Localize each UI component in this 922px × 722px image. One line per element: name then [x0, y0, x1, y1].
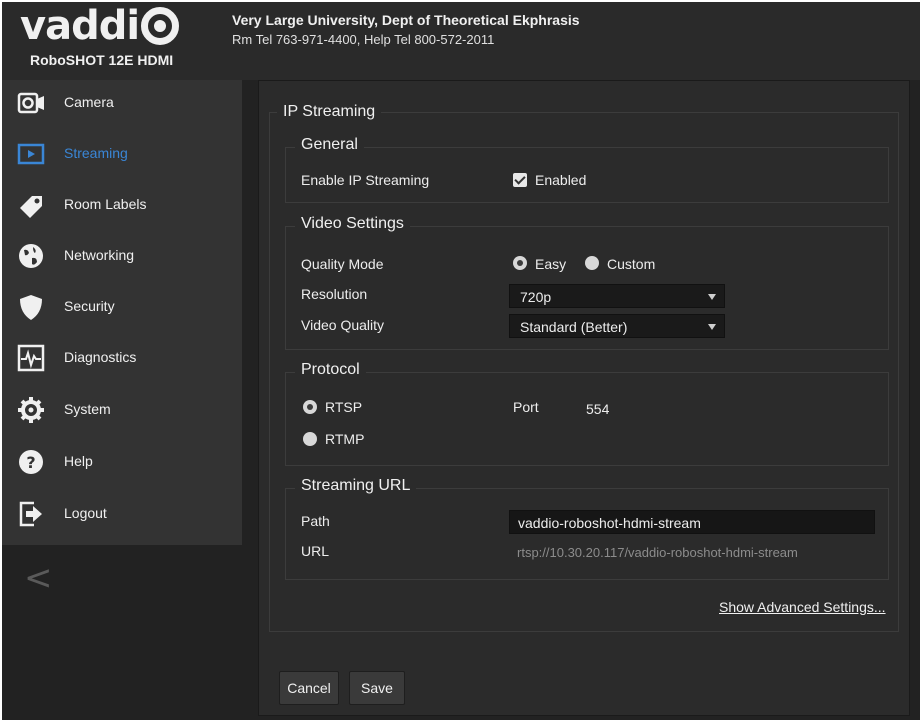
sidebar-item-streaming[interactable]: Streaming — [2, 133, 242, 177]
sidebar-item-label: Diagnostics — [64, 349, 137, 365]
quality-mode-custom-label: Custom — [607, 256, 656, 272]
general-title: General — [295, 136, 364, 154]
sidebar-item-label: Logout — [64, 505, 107, 521]
resolution-select[interactable]: 720p — [509, 284, 725, 308]
play-icon — [17, 143, 45, 165]
tag-icon — [20, 196, 42, 218]
sidebar-item-label: System — [64, 401, 111, 417]
sidebar-item-room-labels[interactable]: Room Labels — [2, 184, 242, 228]
save-button[interactable]: Save — [349, 671, 405, 705]
device-model: RoboSHOT 12E HDMI — [30, 52, 174, 68]
collapse-sidebar-icon[interactable]: < — [24, 558, 53, 598]
url-value: rtsp://10.30.20.117/vaddio-roboshot-hdmi… — [517, 545, 798, 560]
enable-ip-streaming-checkbox[interactable] — [513, 173, 527, 187]
organization-name: Very Large University, Dept of Theoretic… — [232, 12, 580, 28]
path-value: vaddio-roboshot-hdmi-stream — [518, 515, 701, 531]
video-settings-title: Video Settings — [295, 215, 410, 233]
phone-numbers: Rm Tel 763-971-4400, Help Tel 800-572-20… — [232, 32, 495, 47]
sidebar-item-system[interactable]: System — [2, 389, 242, 433]
sidebar-item-diagnostics[interactable]: Diagnostics — [2, 337, 242, 381]
streaming-url-title: Streaming URL — [295, 477, 417, 495]
protocol-rtsp-radio[interactable] — [303, 400, 317, 414]
vaddio-logo: vaddi — [20, 6, 225, 46]
sidebar-item-label: Camera — [64, 94, 114, 110]
sidebar-item-label: Room Labels — [64, 196, 147, 212]
header: vaddi RoboSHOT 12E HDMI Very Large Unive… — [2, 2, 920, 80]
path-field[interactable]: vaddio-roboshot-hdmi-stream — [509, 510, 875, 534]
chevron-down-icon — [708, 294, 716, 300]
sidebar-item-label: Security — [64, 298, 115, 314]
resolution-label: Resolution — [301, 286, 368, 302]
quality-mode-label: Quality Mode — [301, 256, 384, 272]
protocol-rtmp-label: RTMP — [325, 431, 365, 447]
gear-icon — [18, 397, 44, 423]
logout-icon — [19, 501, 42, 527]
path-label: Path — [301, 513, 330, 529]
quality-mode-custom-radio[interactable] — [585, 256, 599, 270]
port-value: 554 — [586, 401, 610, 417]
sidebar-item-label: Streaming — [64, 145, 128, 161]
globe-icon — [19, 244, 43, 268]
url-label: URL — [301, 543, 330, 559]
sidebar-item-security[interactable]: Security — [2, 286, 242, 330]
video-quality-select[interactable]: Standard (Better) — [509, 314, 725, 338]
protocol-rtsp-label: RTSP — [325, 399, 363, 415]
enable-ip-streaming-value: Enabled — [535, 172, 587, 188]
protocol-rtmp-radio[interactable] — [303, 432, 317, 446]
shield-icon — [20, 295, 42, 320]
cancel-button[interactable]: Cancel — [279, 671, 339, 705]
sidebar-item-help[interactable]: ? Help — [2, 441, 242, 485]
svg-text:?: ? — [26, 453, 35, 472]
protocol-title: Protocol — [295, 361, 366, 379]
video-quality-label: Video Quality — [301, 317, 385, 333]
sidebar-item-logout[interactable]: Logout — [2, 493, 242, 537]
ip-streaming-title: IP Streaming — [277, 103, 382, 121]
ip-streaming-panel: IP Streaming General Enable IP Streaming… — [258, 80, 910, 716]
sidebar: Camera Streaming Room Labels Networking — [2, 80, 242, 598]
chevron-down-icon — [708, 324, 716, 330]
show-advanced-settings-link[interactable]: Show Advanced Settings... — [719, 599, 886, 615]
sidebar-item-label: Help — [64, 453, 93, 469]
port-label: Port — [513, 399, 539, 415]
port-field[interactable]: 554 — [577, 396, 643, 420]
enable-ip-streaming-label: Enable IP Streaming — [301, 172, 430, 188]
sidebar-item-label: Networking — [64, 247, 135, 263]
sidebar-item-camera[interactable]: Camera — [2, 82, 242, 126]
sidebar-item-networking[interactable]: Networking — [2, 235, 242, 279]
video-quality-value: Standard (Better) — [520, 319, 628, 335]
pulse-icon — [17, 344, 45, 372]
question-icon: ? — [19, 450, 43, 474]
quality-mode-easy-label: Easy — [535, 256, 567, 272]
streaming-url-fieldset — [285, 488, 889, 580]
quality-mode-easy-radio[interactable] — [513, 256, 527, 270]
app-window: vaddi RoboSHOT 12E HDMI Very Large Unive… — [2, 2, 920, 720]
camera-icon — [17, 92, 44, 114]
resolution-value: 720p — [520, 289, 552, 305]
